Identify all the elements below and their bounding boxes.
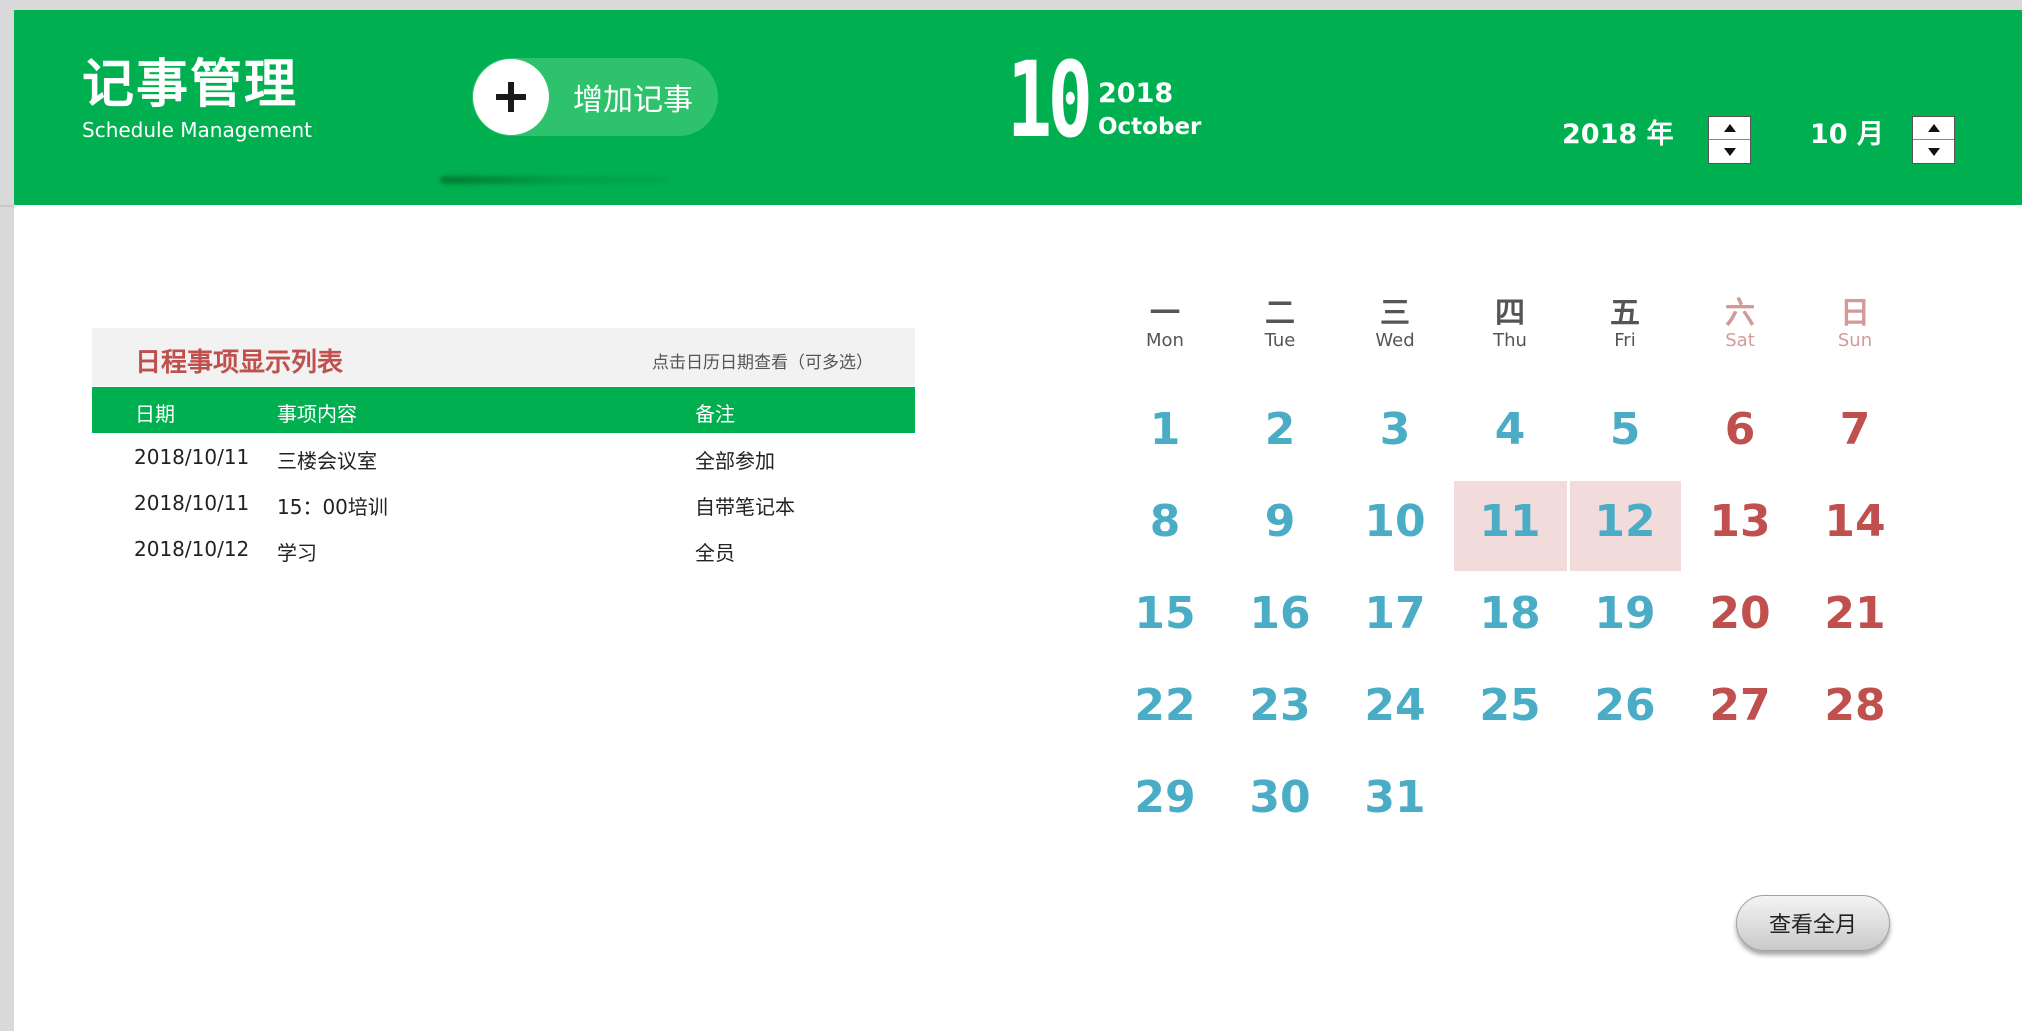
weekday-fri-cn: 五 — [1610, 296, 1640, 331]
weekday-sat-en: Sat — [1725, 330, 1755, 351]
add-schedule-button[interactable]: 增加记事 — [472, 58, 718, 136]
add-schedule-label: 增加记事 — [573, 83, 693, 118]
weekday-wed-en: Wed — [1375, 330, 1415, 351]
triangle-down-icon — [1723, 147, 1736, 156]
calendar-day-weekend[interactable]: 21 — [1800, 588, 1910, 639]
calendar-day[interactable]: 30 — [1225, 772, 1335, 823]
calendar-day[interactable]: 15 — [1110, 588, 1220, 639]
weekday-sat-cn: 六 — [1725, 296, 1755, 331]
calendar-day[interactable]: 3 — [1340, 404, 1450, 455]
schedule-list-title: 日程事项显示列表 — [135, 348, 344, 378]
table-cell-remark[interactable]: 全员 — [695, 537, 735, 566]
table-cell-remark[interactable]: 自带笔记本 — [695, 491, 795, 520]
plus-icon — [473, 59, 549, 135]
calendar-day[interactable]: 23 — [1225, 680, 1335, 731]
table-cell-remark[interactable]: 全部参加 — [695, 445, 775, 474]
table-cell-date[interactable]: 2018/10/11 — [134, 445, 249, 469]
table-cell-content[interactable]: 学习 — [277, 537, 317, 566]
calendar-day[interactable]: 24 — [1340, 680, 1450, 731]
year-unit: 年 — [1646, 119, 1674, 150]
row-separator — [0, 205, 14, 207]
calendar-day-weekend[interactable]: 28 — [1800, 680, 1910, 731]
calendar-day[interactable]: 25 — [1455, 680, 1565, 731]
calendar-day-weekend[interactable]: 20 — [1685, 588, 1795, 639]
calendar-day-weekend[interactable]: 13 — [1685, 496, 1795, 547]
calendar-day[interactable]: 9 — [1225, 496, 1335, 547]
calendar-day[interactable]: 26 — [1570, 680, 1680, 731]
view-full-month-button[interactable]: 查看全月 — [1736, 895, 1890, 951]
weekday-mon-en: Mon — [1146, 330, 1184, 351]
weekday-sun-cn: 日 — [1840, 296, 1870, 331]
calendar-day[interactable]: 4 — [1455, 404, 1565, 455]
year-decrement-button[interactable] — [1709, 140, 1750, 163]
weekday-fri-en: Fri — [1614, 330, 1636, 351]
triangle-up-icon — [1723, 124, 1736, 132]
calendar-day[interactable]: 22 — [1110, 680, 1220, 731]
column-content: 事项内容 — [277, 402, 357, 426]
calendar-day-weekend[interactable]: 27 — [1685, 680, 1795, 731]
column-remark: 备注 — [695, 402, 735, 426]
month-decrement-button[interactable] — [1913, 140, 1954, 163]
weekday-sun-en: Sun — [1837, 330, 1873, 351]
current-year: 2018 — [1098, 78, 1174, 109]
month-spinner[interactable] — [1912, 116, 1955, 164]
app-title: 记事管理 — [82, 55, 299, 115]
month-unit: 月 — [1856, 119, 1884, 150]
weekday-mon-cn: 一 — [1150, 296, 1180, 331]
calendar-day-weekend[interactable]: 14 — [1800, 496, 1910, 547]
schedule-list-hint: 点击日历日期查看（可多选） — [652, 353, 873, 373]
weekday-thu-cn: 四 — [1495, 296, 1525, 331]
app-subtitle: Schedule Management — [82, 118, 313, 142]
calendar-day[interactable]: 5 — [1570, 404, 1680, 455]
weekday-tue-cn: 二 — [1265, 296, 1295, 331]
schedule-list-column-header — [92, 387, 915, 433]
calendar-day-selected[interactable]: 11 — [1455, 496, 1565, 547]
year-value: 2018 — [1562, 119, 1638, 150]
triangle-down-icon — [1927, 147, 1940, 156]
weekday-thu-en: Thu — [1493, 330, 1527, 351]
calendar-day[interactable]: 29 — [1110, 772, 1220, 823]
weekday-tue-en: Tue — [1264, 330, 1296, 351]
calendar-day[interactable]: 16 — [1225, 588, 1335, 639]
current-month-name: October — [1098, 114, 1202, 140]
year-increment-button[interactable] — [1709, 117, 1750, 140]
column-date: 日期 — [135, 402, 175, 426]
calendar-day-weekend[interactable]: 7 — [1800, 404, 1910, 455]
calendar-day[interactable]: 17 — [1340, 588, 1450, 639]
table-cell-date[interactable]: 2018/10/11 — [134, 491, 249, 515]
year-spinner[interactable] — [1708, 116, 1751, 164]
current-month-number: 10 — [1007, 39, 1093, 161]
calendar-day[interactable]: 8 — [1110, 496, 1220, 547]
calendar-day-selected[interactable]: 12 — [1570, 496, 1680, 547]
triangle-up-icon — [1927, 124, 1940, 132]
window-left-border — [0, 0, 14, 1031]
calendar-day[interactable]: 2 — [1225, 404, 1335, 455]
calendar-day[interactable]: 19 — [1570, 588, 1680, 639]
table-cell-content[interactable]: 15：00培训 — [277, 491, 388, 520]
month-value: 10 — [1810, 119, 1848, 150]
button-shadow — [440, 176, 670, 184]
calendar-day-weekend[interactable]: 6 — [1685, 404, 1795, 455]
table-cell-date[interactable]: 2018/10/12 — [134, 537, 249, 561]
year-selector-label: 2018 年 — [1562, 112, 1674, 151]
calendar-day[interactable]: 18 — [1455, 588, 1565, 639]
calendar-day[interactable]: 31 — [1340, 772, 1450, 823]
month-selector-label: 10 月 — [1810, 112, 1884, 151]
calendar-day[interactable]: 1 — [1110, 404, 1220, 455]
month-increment-button[interactable] — [1913, 117, 1954, 140]
calendar-day[interactable]: 10 — [1340, 496, 1450, 547]
weekday-wed-cn: 三 — [1380, 296, 1410, 331]
table-cell-content[interactable]: 三楼会议室 — [277, 445, 377, 474]
window-top-border — [0, 0, 2022, 10]
